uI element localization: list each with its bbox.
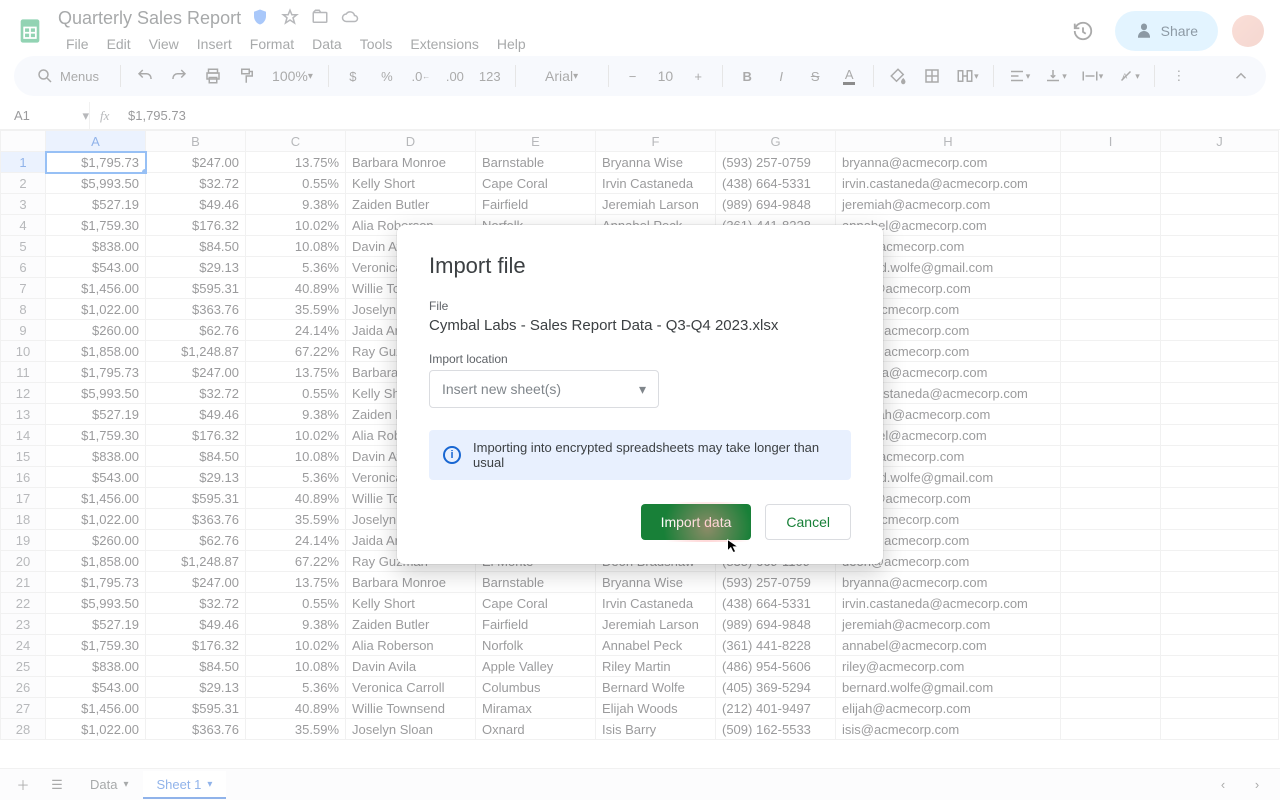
import-data-button[interactable]: Import data [641, 504, 752, 540]
dialog-title: Import file [429, 253, 851, 279]
import-file-dialog: Import file File Cymbal Labs - Sales Rep… [397, 225, 883, 564]
file-label: File [429, 299, 851, 313]
import-file-name: Cymbal Labs - Sales Report Data - Q3-Q4 … [429, 317, 851, 334]
cancel-button[interactable]: Cancel [765, 504, 851, 540]
import-location-select[interactable]: Insert new sheet(s) ▾ [429, 370, 659, 408]
info-icon: i [443, 446, 461, 464]
import-location-label: Import location [429, 352, 851, 366]
chevron-down-icon: ▾ [639, 381, 646, 398]
info-banner: i Importing into encrypted spreadsheets … [429, 430, 851, 480]
info-text: Importing into encrypted spreadsheets ma… [473, 440, 837, 470]
